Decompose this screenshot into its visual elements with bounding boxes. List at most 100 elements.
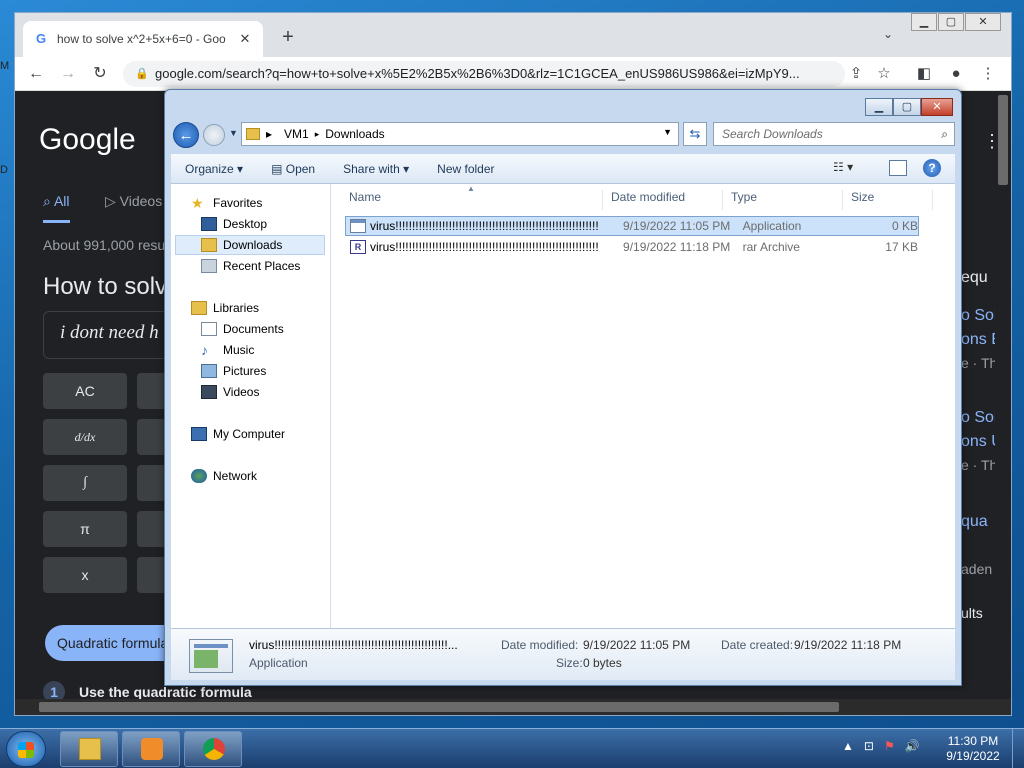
column-header-type[interactable]: Type — [723, 190, 843, 210]
nav-label: Documents — [223, 322, 284, 336]
chevron-right-icon[interactable]: ▸ — [315, 129, 320, 140]
vertical-scrollbar[interactable] — [995, 91, 1011, 699]
forward-arrow-icon[interactable] — [203, 124, 225, 146]
scroll-thumb[interactable] — [998, 95, 1008, 185]
chevron-right-icon[interactable]: ▸ — [266, 127, 272, 141]
start-button[interactable] — [6, 731, 46, 767]
taskbar-chrome[interactable] — [184, 731, 242, 767]
new-tab-button[interactable]: + — [275, 25, 301, 51]
nav-network[interactable]: Network — [191, 469, 257, 483]
show-hidden-icons-icon[interactable]: ▲ — [842, 739, 854, 753]
result-link-fragment[interactable]: qua — [961, 513, 988, 531]
scroll-thumb[interactable] — [39, 702, 839, 712]
share-label: Share with — [343, 161, 400, 176]
profile-avatar-icon[interactable]: ● — [945, 63, 967, 85]
nav-documents[interactable]: Documents — [201, 322, 284, 336]
organize-button[interactable]: Organize ▾ — [171, 162, 257, 176]
change-view-icon[interactable]: ☷ ▾ — [833, 160, 853, 174]
search-input[interactable]: Search Downloads ⌕ — [713, 122, 955, 146]
calc-key-derivative[interactable]: d/dx — [43, 419, 127, 455]
file-type: Application — [742, 219, 802, 233]
new-folder-button[interactable]: New folder — [423, 162, 508, 176]
calculator-display[interactable]: i dont need h — [43, 311, 183, 359]
breadcrumb-downloads[interactable]: Downloads — [325, 127, 384, 141]
result-link-fragment[interactable]: o Sol — [961, 307, 997, 325]
share-with-button[interactable]: Share with ▾ — [329, 162, 423, 176]
nav-favorites[interactable]: ★ Favorites — [191, 196, 262, 210]
taskbar-explorer[interactable] — [60, 731, 118, 767]
share-icon[interactable]: ⇪ — [845, 63, 867, 85]
nav-label: Music — [223, 343, 255, 357]
reload-icon[interactable]: ↻ — [89, 63, 111, 85]
result-fragment[interactable]: ults — [961, 605, 983, 621]
tab-search-chevron-icon[interactable]: ⌄ — [883, 27, 893, 41]
breadcrumb-vm1[interactable]: VM1 — [284, 127, 309, 141]
column-header-size[interactable]: Size — [843, 190, 933, 210]
step-text: Use the quadratic formula — [79, 684, 252, 700]
network-icon[interactable]: ⊡ — [864, 739, 874, 753]
command-bar: Organize ▾ ▤ Open Share with ▾ New folde… — [171, 154, 955, 184]
file-row[interactable]: R virus!!!!!!!!!!!!!!!!!!!!!!!!!!!!!!!!!… — [345, 237, 919, 257]
history-dropdown-icon[interactable]: ▼ — [229, 128, 238, 138]
volume-icon[interactable]: 🔊 — [905, 739, 920, 753]
tab-all-label: All — [53, 193, 70, 209]
computer-icon — [191, 427, 207, 441]
clock-date: 9/19/2022 — [946, 749, 1000, 763]
nav-videos[interactable]: Videos — [201, 385, 259, 399]
close-tab-icon[interactable]: ✕ — [237, 31, 253, 47]
maximize-button[interactable]: ▢ — [893, 98, 921, 116]
back-arrow-icon[interactable]: ← — [25, 63, 47, 85]
minimize-button[interactable]: ▁ — [865, 98, 893, 116]
google-favicon-icon: G — [35, 31, 47, 46]
address-bar[interactable]: ▸ VM1 ▸ Downloads ▼ — [241, 122, 679, 146]
column-header-date[interactable]: Date modified — [603, 190, 723, 210]
column-header-name[interactable]: Name — [341, 190, 603, 210]
nav-downloads[interactable]: Downloads — [175, 235, 325, 255]
calc-key-ac[interactable]: AC — [43, 373, 127, 409]
chrome-menu-icon[interactable]: ⋮ — [977, 63, 999, 85]
bookmark-star-icon[interactable]: ☆ — [873, 63, 895, 85]
calc-key-pi[interactable]: π — [43, 511, 127, 547]
nav-libraries[interactable]: Libraries — [191, 301, 259, 315]
calc-key-integral[interactable]: ∫ — [43, 465, 127, 501]
action-center-flag-icon[interactable]: ⚑ — [884, 739, 895, 753]
file-row[interactable]: virus!!!!!!!!!!!!!!!!!!!!!!!!!!!!!!!!!!!… — [345, 216, 919, 236]
forward-arrow-icon[interactable]: → — [57, 63, 79, 85]
file-type: rar Archive — [742, 240, 800, 254]
show-desktop-button[interactable] — [1012, 729, 1024, 768]
address-row: ← ▼ ▸ VM1 ▸ Downloads ▼ ⇆ Search Downloa… — [173, 122, 955, 148]
open-button[interactable]: ▤ Open — [257, 162, 329, 176]
nav-label: My Computer — [213, 427, 286, 441]
search-icon[interactable]: ⌕ — [941, 123, 948, 145]
window-controls: ▁ ▢ ✕ — [910, 13, 1001, 31]
close-button[interactable]: ✕ — [965, 13, 1001, 31]
preview-pane-icon[interactable] — [889, 160, 907, 176]
clock[interactable]: 11:30 PM 9/19/2022 — [944, 734, 1002, 764]
calc-key-x[interactable]: x — [43, 557, 127, 593]
close-button[interactable]: ✕ — [921, 98, 953, 116]
address-bar[interactable]: 🔒 google.com/search?q=how+to+solve+x%5E2… — [123, 61, 845, 87]
nav-pictures[interactable]: Pictures — [201, 364, 266, 378]
taskbar-media-player[interactable] — [122, 731, 180, 767]
google-logo[interactable]: Google — [39, 123, 136, 157]
desktop-edge-text: D — [0, 164, 8, 176]
horizontal-scrollbar[interactable] — [15, 699, 1011, 715]
file-size: 17 KB — [885, 240, 918, 254]
minimize-button[interactable]: ▁ — [911, 13, 937, 31]
address-dropdown-icon[interactable]: ▼ — [663, 127, 672, 137]
maximize-button[interactable]: ▢ — [938, 13, 964, 31]
refresh-icon[interactable]: ⇆ — [683, 122, 707, 146]
nav-my-computer[interactable]: My Computer — [191, 427, 285, 441]
nav-music[interactable]: ♪ Music — [201, 343, 254, 357]
result-link-fragment[interactable]: o Sol — [961, 409, 997, 427]
nav-desktop[interactable]: Desktop — [201, 217, 267, 231]
help-icon[interactable]: ? — [923, 159, 941, 177]
nav-label: Videos — [223, 385, 260, 399]
side-panel-icon[interactable]: ◧ — [913, 63, 935, 85]
tab-all[interactable]: ⌕ All — [43, 193, 70, 223]
browser-tab[interactable]: G how to solve x^2+5x+6=0 - Goo ✕ — [23, 21, 263, 57]
chrome-icon — [203, 738, 225, 760]
nav-recent-places[interactable]: Recent Places — [201, 259, 300, 273]
back-arrow-icon[interactable]: ← — [173, 122, 199, 148]
tab-videos[interactable]: ▷ Videos — [105, 193, 162, 210]
